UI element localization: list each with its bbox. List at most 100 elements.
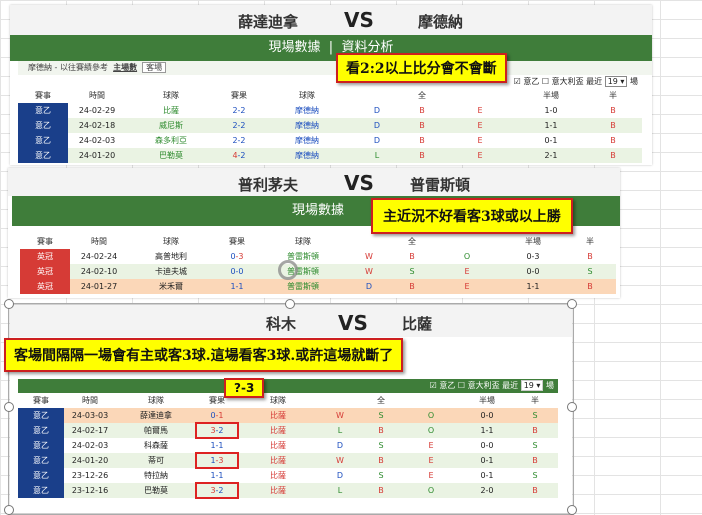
annotation-callout-1: 看2:2以上比分會不會斷 [336, 53, 507, 83]
column-header: 半場 [502, 234, 564, 249]
date-cell: 24-02-29 [68, 103, 126, 118]
result-cell: D [346, 279, 392, 294]
full-oe-cell: E [442, 103, 518, 118]
league-cell: 意乙 [18, 133, 68, 148]
annotation-callout-3: 客場間隔隔一場會有主或客3球.這場看客3球.或許這場就斷了 [4, 338, 404, 372]
resize-handle[interactable] [567, 402, 577, 412]
date-cell: 24-02-18 [68, 118, 126, 133]
half-bs-cell: B [564, 279, 616, 294]
table-row[interactable]: 英冠 24-02-10 卡迪夫城 0-0 普雷斯頓 W S E 0-0 S [20, 264, 616, 279]
score-cell: 0-3 [214, 249, 260, 264]
column-header [442, 88, 518, 103]
team-cell: 摩德納 [262, 148, 352, 163]
match-header: 薛達迪拿 VS 摩德納 [10, 5, 652, 35]
tab-away[interactable]: 客場 [142, 62, 167, 73]
table-header: 賽事 時間 球隊 賽果 球隊全半場半 [20, 234, 616, 249]
table-row[interactable]: 意乙 24-02-18 威尼斯 2-2 摩德納 D B E 1-1 B [18, 118, 642, 133]
team-cell: 普雷斯頓 [260, 249, 346, 264]
resize-handle[interactable] [4, 299, 14, 309]
half-score-cell: 1-0 [518, 103, 584, 118]
result-cell: L [352, 148, 402, 163]
full-oe-cell: E [432, 279, 502, 294]
half-bs-cell: B [564, 249, 616, 264]
table-row[interactable]: 英冠 24-02-24 高普地利 0-3 普雷斯頓 W B O 0-3 B [20, 249, 616, 264]
full-bs-cell: B [392, 279, 432, 294]
match-header: 普利茅夫 VS 普雷斯頓 [8, 168, 620, 196]
vs-label: VS [344, 171, 374, 195]
date-cell: 24-02-03 [68, 133, 126, 148]
resize-handle[interactable] [285, 299, 295, 309]
unit-label: 場 [630, 77, 638, 86]
column-header: 半 [584, 88, 642, 103]
rotate-handle-icon[interactable] [278, 260, 298, 280]
home-team: 薛達迪拿 [238, 13, 299, 31]
history-table: 賽事 時間 球隊 賽果 球隊全半場半 意乙 24-02-29 比薩 2-2 摩德納 D B E 1-0 B… [18, 88, 642, 163]
resize-handle[interactable] [4, 402, 14, 412]
column-header [352, 88, 402, 103]
full-bs-cell: B [402, 148, 442, 163]
full-bs-cell: B [392, 249, 432, 264]
half-bs-cell: B [584, 133, 642, 148]
half-score-cell: 0-3 [502, 249, 564, 264]
opponent-cell: 威尼斯 [126, 118, 216, 133]
table-body: 英冠 24-02-24 高普地利 0-3 普雷斯頓 W B O 0-3 B 英冠 24-02-10 卡迪… [20, 249, 616, 294]
column-header: 球隊 [128, 234, 214, 249]
result-cell: W [346, 264, 392, 279]
full-oe-cell: E [442, 118, 518, 133]
opponent-cell: 比薩 [126, 103, 216, 118]
score-cell: 2-2 [216, 103, 262, 118]
column-header: 球隊 [262, 88, 352, 103]
match-panel-1[interactable]: 薛達迪拿 VS 摩德納 現場數據 | 資料分析 摩德納 - 以往賽績參考 主場數… [10, 5, 652, 165]
recent-label: 最近 [586, 77, 603, 86]
away-team: 摩德納 [418, 13, 464, 31]
score-cell: 4-2 [216, 148, 262, 163]
selection-frame [8, 303, 574, 515]
table-row[interactable]: 意乙 24-02-29 比薩 2-2 摩德納 D B E 1-0 B [18, 103, 642, 118]
half-bs-cell: S [564, 264, 616, 279]
full-oe-cell: E [442, 133, 518, 148]
resize-handle[interactable] [4, 505, 14, 515]
league-checkbox[interactable]: ☑ [514, 77, 521, 86]
neutral-checkbox[interactable]: ☐ [542, 77, 549, 86]
opponent-cell: 卡迪夫城 [128, 264, 214, 279]
league-cell: 英冠 [20, 264, 70, 279]
league-cell: 意乙 [18, 103, 68, 118]
full-bs-cell: B [402, 103, 442, 118]
full-bs-cell: B [402, 118, 442, 133]
tab-home[interactable]: 主場數 [113, 63, 137, 72]
league-cell: 意乙 [18, 118, 68, 133]
result-cell: W [346, 249, 392, 264]
vs-label: VS [344, 8, 374, 32]
league-cell: 意乙 [18, 148, 68, 163]
column-header: 全 [402, 88, 442, 103]
half-bs-cell: B [584, 103, 642, 118]
date-cell: 24-02-10 [70, 264, 128, 279]
half-score-cell: 1-1 [502, 279, 564, 294]
team-cell: 摩德納 [262, 118, 352, 133]
half-score-cell: 0-1 [518, 133, 584, 148]
column-header: 球隊 [126, 88, 216, 103]
filter-bar: ☑ 意乙 ☐ 意大利盃 最近 19 ▾ 場 [10, 75, 652, 88]
table-row[interactable]: 意乙 24-01-20 巴勒莫 4-2 摩德納 L B E 2-1 B [18, 148, 642, 163]
table-body: 意乙 24-02-29 比薩 2-2 摩德納 D B E 1-0 B 意乙 24-02-18 威尼斯 2-… [18, 103, 642, 163]
full-bs-cell: S [392, 264, 432, 279]
resize-handle[interactable] [567, 505, 577, 515]
score-cell: 2-2 [216, 133, 262, 148]
team-cell: 普雷斯頓 [260, 264, 346, 279]
result-cell: D [352, 103, 402, 118]
team-cell: 摩德納 [262, 133, 352, 148]
result-cell: D [352, 118, 402, 133]
half-bs-cell: B [584, 118, 642, 133]
recent-select[interactable]: 19 ▾ [604, 76, 628, 87]
column-header [432, 234, 502, 249]
resize-handle[interactable] [567, 299, 577, 309]
opponent-cell: 高普地利 [128, 249, 214, 264]
history-table: 賽事 時間 球隊 賽果 球隊全半場半 英冠 24-02-24 高普地利 0-3 普雷斯頓 W B O 0… [20, 234, 616, 294]
full-oe-cell: E [432, 264, 502, 279]
half-bs-cell: B [584, 148, 642, 163]
table-row[interactable]: 意乙 24-02-03 森多利亞 2-2 摩德納 D B E 0-1 B [18, 133, 642, 148]
home-team: 普利茅夫 [238, 176, 299, 194]
column-header: 半 [564, 234, 616, 249]
table-row[interactable]: 英冠 24-01-27 米禾爾 1-1 普雷斯頓 D B E 1-1 B [20, 279, 616, 294]
half-score-cell: 1-1 [518, 118, 584, 133]
